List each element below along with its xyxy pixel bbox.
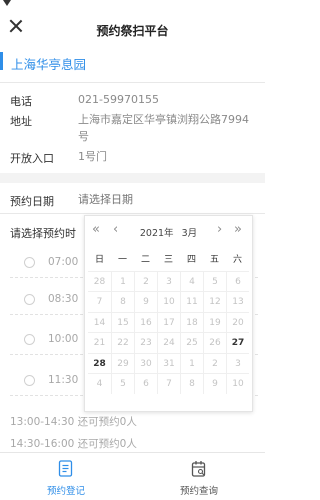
slot-time: 10:00: [48, 333, 79, 345]
calendar-query-icon: [191, 461, 206, 477]
calendar-day: 9: [203, 374, 226, 394]
calendar-day: 4: [180, 271, 203, 291]
slot-time: 08:30: [48, 293, 79, 305]
calendar-day: 18: [180, 312, 203, 332]
phone-label: 电话: [10, 95, 32, 108]
calendar-week-row: 21 22 23 24 25 26 27: [88, 332, 249, 353]
tab-label: 预约登记: [46, 486, 85, 497]
calendar-day: 31: [157, 353, 180, 373]
date-label: 预约日期: [10, 195, 54, 208]
calendar-grid: 日一二三四五六 28 1 2 3 4 5 6 7 8 9 10 11 12 13 14 15 16 17 18 19 2…: [88, 250, 249, 394]
calendar-day: 6: [226, 271, 249, 291]
weekday-label: 六: [232, 255, 242, 265]
date-picker[interactable]: « ‹ 2021年 3月 › » 日一二三四五六 28 1 2 3 4 5 6 7 8 9 10 11 1…: [84, 215, 253, 412]
weekday-label: 一: [117, 255, 127, 265]
calendar-day: 6: [134, 374, 157, 394]
next-month-icon[interactable]: ›: [217, 222, 222, 237]
time-label: 请选择预约时: [10, 227, 76, 240]
calendar-day: 26: [203, 333, 226, 353]
calendar-day: 25: [180, 333, 203, 353]
weekday-row: 日一二三四五六: [88, 250, 249, 271]
calendar-title: 2021年 3月: [85, 225, 252, 239]
slot-time: 11:30: [48, 374, 79, 386]
calendar-day: 30: [134, 353, 157, 373]
calendar-week-row: 28 1 2 3 4 5 6: [88, 270, 249, 291]
address-label: 地址: [10, 115, 32, 128]
radio-button[interactable]: [24, 294, 35, 305]
calendar-day[interactable]: 28: [88, 354, 111, 374]
tab-label: 预约查询: [179, 486, 218, 497]
page-title: 预约祭扫平台: [96, 24, 169, 38]
calendar-day: 21: [93, 338, 106, 348]
tab-query[interactable]: 预约查询: [133, 453, 265, 500]
weekday-label: 四: [186, 255, 196, 265]
time-slot-full: 13:00-14:30 还可预约0人: [10, 416, 137, 428]
calendar-day: 10: [226, 374, 249, 394]
calendar-day: 17: [157, 312, 180, 332]
calendar-day: 9: [134, 292, 157, 312]
calendar-day: 1: [111, 271, 134, 291]
radio-button[interactable]: [24, 375, 35, 386]
weekday-label: 五: [209, 255, 219, 265]
calendar-day: 11: [180, 292, 203, 312]
calendar-day: 15: [111, 312, 134, 332]
calendar-day: 28: [93, 276, 106, 287]
calendar-day: 1: [180, 353, 203, 373]
calendar-day: 3: [226, 353, 249, 373]
calendar-day[interactable]: 27: [226, 333, 249, 353]
calendar-day: 2: [134, 271, 157, 291]
calendar-week-row: 7 8 9 10 11 12 13: [88, 291, 249, 312]
calendar-day: 14: [93, 317, 106, 328]
weekday-label: 日: [94, 255, 104, 265]
weekday-label: 三: [163, 255, 173, 265]
slot-time: 07:00: [48, 256, 79, 268]
divider: [0, 82, 265, 83]
calendar-day: 19: [203, 312, 226, 332]
radio-button[interactable]: [24, 334, 35, 345]
address-value: 上海市嘉定区华亭镇浏翔公路7994号: [78, 113, 249, 143]
calendar-header: « ‹ 2021年 3月 › »: [85, 216, 252, 246]
calendar-month[interactable]: 3月: [182, 228, 198, 239]
calendar-week-row: 4 5 6 7 8 9 10: [88, 373, 249, 394]
calendar-day: 3: [157, 271, 180, 291]
register-icon: [58, 460, 73, 477]
entrance-value: 1号门: [78, 150, 107, 163]
calendar-week-row: 28 29 30 31 1 2 3: [88, 352, 249, 374]
calendar-year[interactable]: 2021年: [140, 228, 174, 239]
divider: [0, 213, 265, 214]
calendar-day: 22: [111, 333, 134, 353]
radio-button[interactable]: [24, 257, 35, 268]
calendar-day: 5: [203, 271, 226, 291]
calendar-day: 16: [134, 312, 157, 332]
park-name: 上海华亭息园: [11, 57, 87, 72]
bottom-tab-bar: 预约登记 预约查询: [0, 452, 265, 500]
tab-register[interactable]: 预约登记: [0, 453, 132, 500]
section-separator: [0, 173, 265, 183]
calendar-day: 2: [203, 353, 226, 373]
calendar-week-row: 14 15 16 17 18 19 20: [88, 311, 249, 332]
next-year-icon[interactable]: »: [234, 222, 242, 237]
calendar-day: 7: [96, 297, 103, 307]
park-accent-bar: [0, 52, 3, 70]
calendar-day: 7: [157, 374, 180, 394]
weekday-label: 二: [140, 255, 150, 265]
calendar-day: 12: [203, 292, 226, 312]
calendar-day: 8: [111, 292, 134, 312]
calendar-day: 29: [111, 353, 134, 373]
calendar-day: 10: [157, 292, 180, 312]
calendar-day: 23: [134, 333, 157, 353]
calendar-day: 4: [96, 379, 103, 389]
calendar-day: 5: [111, 374, 134, 394]
entrance-label: 开放入口: [10, 152, 54, 165]
calendar-day: 20: [226, 312, 249, 332]
date-input[interactable]: [78, 193, 228, 206]
calendar-day: 13: [226, 292, 249, 312]
calendar-day: 8: [180, 374, 203, 394]
phone-value[interactable]: 021-59970155: [78, 91, 258, 108]
top-nav: 预约祭扫平台: [0, 0, 265, 44]
calendar-day: 24: [157, 333, 180, 353]
